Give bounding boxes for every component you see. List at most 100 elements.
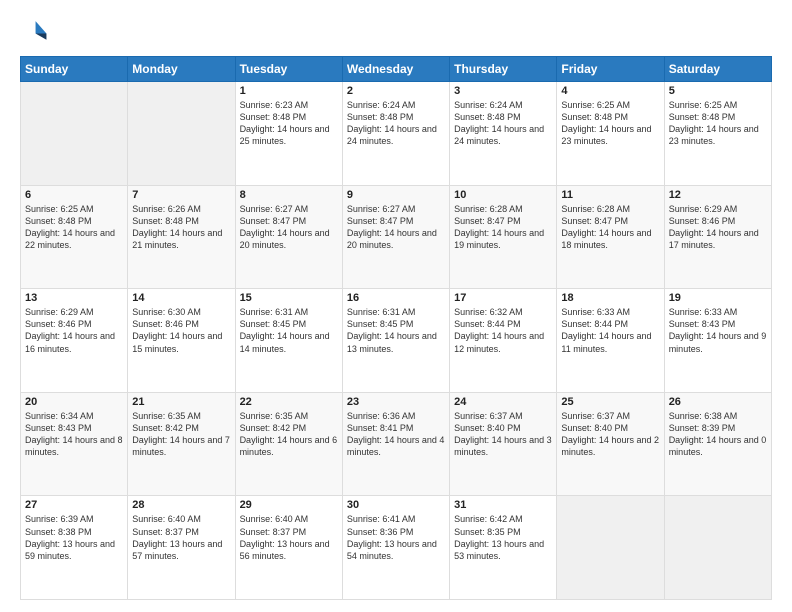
col-header-tuesday: Tuesday: [235, 57, 342, 82]
day-info: Sunrise: 6:29 AMSunset: 8:46 PMDaylight:…: [669, 203, 767, 252]
day-cell: 23Sunrise: 6:36 AMSunset: 8:41 PMDayligh…: [342, 392, 449, 496]
day-cell: 3Sunrise: 6:24 AMSunset: 8:48 PMDaylight…: [450, 82, 557, 186]
calendar-header-row: SundayMondayTuesdayWednesdayThursdayFrid…: [21, 57, 772, 82]
day-number: 14: [132, 292, 230, 304]
day-cell: 17 Sunrise: 6:32 AMSunset: 8:44 PMDayligh…: [450, 289, 557, 393]
day-number: 23: [347, 396, 445, 408]
week-row-2: 13 Sunrise: 6:29 AMSunset: 8:46 PMDayligh…: [21, 289, 772, 393]
day-info: Sunrise: 6:25 AMSunset: 8:48 PMDaylight:…: [25, 203, 123, 252]
day-number: 6: [25, 189, 123, 201]
day-info: Sunrise: 6:24 AMSunset: 8:48 PMDaylight:…: [347, 99, 445, 148]
day-cell: 13 Sunrise: 6:29 AMSunset: 8:46 PMDayligh…: [21, 289, 128, 393]
day-info: Sunrise: 6:23 AMSunset: 8:48 PMDaylight:…: [240, 99, 338, 148]
logo: [20, 18, 52, 46]
day-number: 2: [347, 85, 445, 97]
day-cell: 20 Sunrise: 6:34 AMSunset: 8:43 PMDayligh…: [21, 392, 128, 496]
logo-icon: [20, 18, 48, 46]
day-cell: 19 Sunrise: 6:33 AMSunset: 8:43 PMDayligh…: [664, 289, 771, 393]
day-cell: 2 Sunrise: 6:24 AMSunset: 8:48 PMDaylight…: [342, 82, 449, 186]
day-info: Sunrise: 6:25 AMSunset: 8:48 PMDaylight:…: [669, 99, 767, 148]
day-number: 8: [240, 189, 338, 201]
day-cell: 7 Sunrise: 6:26 AMSunset: 8:48 PMDaylight…: [128, 185, 235, 289]
day-cell: 26 Sunrise: 6:38 AMSunset: 8:39 PMDayligh…: [664, 392, 771, 496]
day-number: 31: [454, 499, 552, 511]
day-cell: 14Sunrise: 6:30 AMSunset: 8:46 PMDayligh…: [128, 289, 235, 393]
day-number: 19: [669, 292, 767, 304]
col-header-saturday: Saturday: [664, 57, 771, 82]
day-number: 17: [454, 292, 552, 304]
day-cell: [557, 496, 664, 600]
col-header-wednesday: Wednesday: [342, 57, 449, 82]
day-number: 5: [669, 85, 767, 97]
day-cell: 30 Sunrise: 6:41 AMSunset: 8:36 PMDayligh…: [342, 496, 449, 600]
day-number: 25: [561, 396, 659, 408]
day-cell: 11 Sunrise: 6:28 AMSunset: 8:47 PMDayligh…: [557, 185, 664, 289]
day-number: 4: [561, 85, 659, 97]
day-info: Sunrise: 6:31 AMSunset: 8:45 PMDaylight:…: [240, 306, 338, 355]
day-number: 7: [132, 189, 230, 201]
day-cell: 18 Sunrise: 6:33 AMSunset: 8:44 PMDayligh…: [557, 289, 664, 393]
day-number: 9: [347, 189, 445, 201]
week-row-0: 1 Sunrise: 6:23 AMSunset: 8:48 PMDaylight…: [21, 82, 772, 186]
day-cell: 12Sunrise: 6:29 AMSunset: 8:46 PMDayligh…: [664, 185, 771, 289]
day-info: Sunrise: 6:41 AMSunset: 8:36 PMDaylight:…: [347, 513, 445, 562]
day-number: 11: [561, 189, 659, 201]
day-cell: 29 Sunrise: 6:40 AMSunset: 8:37 PMDayligh…: [235, 496, 342, 600]
week-row-1: 6 Sunrise: 6:25 AMSunset: 8:48 PMDaylight…: [21, 185, 772, 289]
day-number: 20: [25, 396, 123, 408]
day-number: 21: [132, 396, 230, 408]
day-number: 24: [454, 396, 552, 408]
day-info: Sunrise: 6:37 AMSunset: 8:40 PMDaylight:…: [454, 410, 552, 459]
day-number: 27: [25, 499, 123, 511]
day-info: Sunrise: 6:40 AMSunset: 8:37 PMDaylight:…: [240, 513, 338, 562]
day-info: Sunrise: 6:29 AMSunset: 8:46 PMDaylight:…: [25, 306, 123, 355]
day-number: 10: [454, 189, 552, 201]
day-number: 13: [25, 292, 123, 304]
day-info: Sunrise: 6:33 AMSunset: 8:44 PMDaylight:…: [561, 306, 659, 355]
col-header-monday: Monday: [128, 57, 235, 82]
day-cell: 27Sunrise: 6:39 AMSunset: 8:38 PMDayligh…: [21, 496, 128, 600]
day-info: Sunrise: 6:32 AMSunset: 8:44 PMDaylight:…: [454, 306, 552, 355]
calendar-table: SundayMondayTuesdayWednesdayThursdayFrid…: [20, 56, 772, 600]
day-info: Sunrise: 6:33 AMSunset: 8:43 PMDaylight:…: [669, 306, 767, 355]
day-info: Sunrise: 6:28 AMSunset: 8:47 PMDaylight:…: [561, 203, 659, 252]
day-cell: 4 Sunrise: 6:25 AMSunset: 8:48 PMDaylight…: [557, 82, 664, 186]
day-info: Sunrise: 6:28 AMSunset: 8:47 PMDaylight:…: [454, 203, 552, 252]
day-cell: 28 Sunrise: 6:40 AMSunset: 8:37 PMDayligh…: [128, 496, 235, 600]
day-info: Sunrise: 6:27 AMSunset: 8:47 PMDaylight:…: [240, 203, 338, 252]
day-cell: 5 Sunrise: 6:25 AMSunset: 8:48 PMDaylight…: [664, 82, 771, 186]
day-cell: 31Sunrise: 6:42 AMSunset: 8:35 PMDayligh…: [450, 496, 557, 600]
day-cell: 9Sunrise: 6:27 AMSunset: 8:47 PMDaylight…: [342, 185, 449, 289]
week-row-4: 27Sunrise: 6:39 AMSunset: 8:38 PMDayligh…: [21, 496, 772, 600]
day-cell: [664, 496, 771, 600]
day-cell: 16 Sunrise: 6:31 AMSunset: 8:45 PMDayligh…: [342, 289, 449, 393]
day-number: 29: [240, 499, 338, 511]
day-number: 26: [669, 396, 767, 408]
day-info: Sunrise: 6:34 AMSunset: 8:43 PMDaylight:…: [25, 410, 123, 459]
day-cell: 10 Sunrise: 6:28 AMSunset: 8:47 PMDayligh…: [450, 185, 557, 289]
day-info: Sunrise: 6:31 AMSunset: 8:45 PMDaylight:…: [347, 306, 445, 355]
day-info: Sunrise: 6:40 AMSunset: 8:37 PMDaylight:…: [132, 513, 230, 562]
day-info: Sunrise: 6:26 AMSunset: 8:48 PMDaylight:…: [132, 203, 230, 252]
day-cell: 21Sunrise: 6:35 AMSunset: 8:42 PMDayligh…: [128, 392, 235, 496]
day-cell: 24 Sunrise: 6:37 AMSunset: 8:40 PMDayligh…: [450, 392, 557, 496]
day-number: 30: [347, 499, 445, 511]
day-info: Sunrise: 6:24 AMSunset: 8:48 PMDaylight:…: [454, 99, 552, 148]
day-number: 28: [132, 499, 230, 511]
day-cell: [128, 82, 235, 186]
day-info: Sunrise: 6:38 AMSunset: 8:39 PMDaylight:…: [669, 410, 767, 459]
day-info: Sunrise: 6:37 AMSunset: 8:40 PMDaylight:…: [561, 410, 659, 459]
day-cell: 6 Sunrise: 6:25 AMSunset: 8:48 PMDaylight…: [21, 185, 128, 289]
col-header-sunday: Sunday: [21, 57, 128, 82]
day-cell: 25 Sunrise: 6:37 AMSunset: 8:40 PMDayligh…: [557, 392, 664, 496]
day-cell: 15Sunrise: 6:31 AMSunset: 8:45 PMDayligh…: [235, 289, 342, 393]
day-number: 22: [240, 396, 338, 408]
day-cell: [21, 82, 128, 186]
day-number: 1: [240, 85, 338, 97]
day-number: 18: [561, 292, 659, 304]
day-cell: 1 Sunrise: 6:23 AMSunset: 8:48 PMDaylight…: [235, 82, 342, 186]
page: SundayMondayTuesdayWednesdayThursdayFrid…: [0, 0, 792, 612]
day-info: Sunrise: 6:25 AMSunset: 8:48 PMDaylight:…: [561, 99, 659, 148]
day-cell: 22Sunrise: 6:35 AMSunset: 8:42 PMDayligh…: [235, 392, 342, 496]
day-number: 16: [347, 292, 445, 304]
